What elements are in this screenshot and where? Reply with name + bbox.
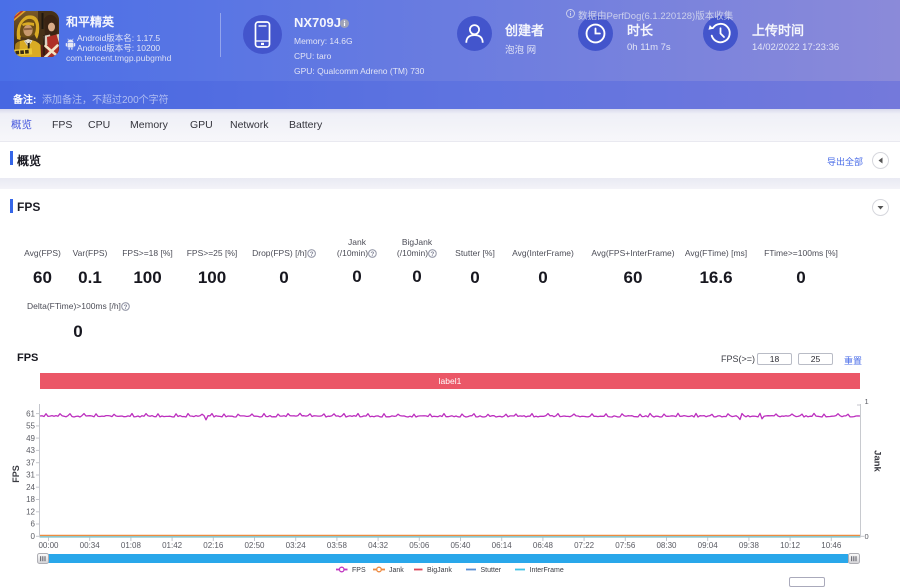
svg-text:02:50: 02:50 <box>244 541 265 550</box>
svg-text:06:48: 06:48 <box>533 541 554 550</box>
svg-text:03:24: 03:24 <box>286 541 307 550</box>
svg-text:05:06: 05:06 <box>409 541 430 550</box>
svg-text:07:56: 07:56 <box>615 541 636 550</box>
svg-text:10:12: 10:12 <box>780 541 801 550</box>
svg-text:?: ? <box>431 250 435 257</box>
svg-text:Stutter: Stutter <box>481 567 502 574</box>
svg-text:0: 0 <box>865 532 869 541</box>
svg-text:6: 6 <box>31 520 36 529</box>
svg-text:BigJank: BigJank <box>427 567 452 574</box>
svg-text:09:04: 09:04 <box>698 541 719 550</box>
svg-text:1: 1 <box>865 397 869 406</box>
svg-text:24: 24 <box>26 483 35 492</box>
svg-text:00:34: 00:34 <box>80 541 101 550</box>
svg-text:06:14: 06:14 <box>492 541 513 550</box>
svg-text:?: ? <box>310 251 314 258</box>
svg-text:07:22: 07:22 <box>574 541 595 550</box>
svg-text:?: ? <box>371 250 375 257</box>
svg-text:37: 37 <box>26 458 35 467</box>
svg-text:04:32: 04:32 <box>368 541 389 550</box>
svg-text:0: 0 <box>31 532 36 541</box>
svg-text:InterFrame: InterFrame <box>530 567 564 574</box>
svg-text:05:40: 05:40 <box>450 541 471 550</box>
svg-text:12: 12 <box>26 508 35 517</box>
svg-text:01:08: 01:08 <box>121 541 142 550</box>
svg-text:08:30: 08:30 <box>656 541 677 550</box>
svg-text:02:16: 02:16 <box>203 541 224 550</box>
svg-text:49: 49 <box>26 434 35 443</box>
svg-text:43: 43 <box>26 446 35 455</box>
svg-text:18: 18 <box>26 495 35 504</box>
svg-text:55: 55 <box>26 422 35 431</box>
svg-text:?: ? <box>124 303 128 310</box>
svg-text:61: 61 <box>26 409 35 418</box>
svg-text:Jank: Jank <box>872 450 883 472</box>
svg-text:Jank: Jank <box>389 567 404 574</box>
svg-text:FPS: FPS <box>352 567 366 574</box>
svg-text:03:58: 03:58 <box>327 541 348 550</box>
svg-text:09:38: 09:38 <box>739 541 760 550</box>
svg-text:00:00: 00:00 <box>38 541 59 550</box>
svg-text:10:46: 10:46 <box>821 541 842 550</box>
svg-text:01:42: 01:42 <box>162 541 183 550</box>
svg-text:31: 31 <box>26 471 35 480</box>
svg-text:FPS: FPS <box>11 465 21 483</box>
